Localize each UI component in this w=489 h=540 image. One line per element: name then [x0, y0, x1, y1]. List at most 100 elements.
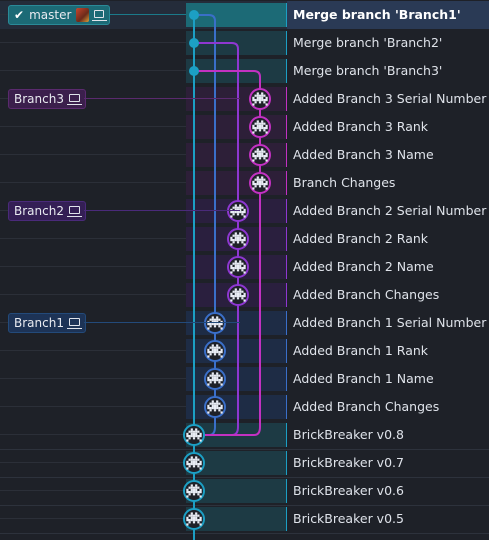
row-guide-line	[0, 518, 186, 519]
author-avatar-icon[interactable]	[227, 200, 249, 222]
author-avatar-icon[interactable]	[249, 88, 271, 110]
checkmark-icon: ✔	[14, 8, 25, 22]
commit-row[interactable]: Branch Changes	[0, 169, 489, 197]
commit-message: Merge branch 'Branch1'	[293, 7, 461, 22]
branch-tag-master[interactable]: ✔ master	[8, 5, 110, 25]
lane-separator	[286, 115, 287, 139]
lane-separator	[286, 87, 287, 111]
commit-message: Added Branch 1 Name	[293, 371, 434, 386]
lane-separator	[286, 423, 287, 447]
laptop-icon	[66, 206, 82, 217]
commit-row[interactable]: Added Branch 1 Rank	[0, 337, 489, 365]
commit-message: Added Branch 2 Rank	[293, 231, 429, 246]
user-avatar-icon	[76, 8, 89, 22]
row-guide-line	[0, 182, 186, 183]
author-avatar-icon[interactable]	[249, 172, 271, 194]
lane-separator	[286, 507, 287, 531]
commit-row[interactable]: BrickBreaker v0.6	[0, 477, 489, 505]
graph-lane-highlight	[186, 339, 286, 363]
row-divider	[0, 477, 489, 478]
lane-separator	[286, 395, 287, 419]
branch-tag-label: Branch3	[14, 92, 64, 106]
commit-message: Added Branch Changes	[293, 399, 440, 414]
author-avatar-icon[interactable]	[227, 284, 249, 306]
commit-row[interactable]: BrickBreaker v0.8	[0, 421, 489, 449]
author-avatar-icon[interactable]	[204, 340, 226, 362]
commit-message: BrickBreaker v0.8	[293, 427, 404, 442]
row-guide-line	[0, 462, 186, 463]
lane-separator	[286, 3, 287, 27]
row-guide-line	[0, 42, 186, 43]
row-guide-line	[0, 294, 186, 295]
graph-lane-highlight	[186, 367, 286, 391]
author-avatar-icon[interactable]	[249, 116, 271, 138]
commit-message: Added Branch 2 Serial Number	[293, 203, 487, 218]
author-avatar-icon[interactable]	[204, 368, 226, 390]
commit-message: Added Branch 2 Name	[293, 259, 434, 274]
laptop-icon	[66, 318, 82, 329]
merge-commit-dot	[189, 10, 199, 20]
row-guide-line	[0, 154, 186, 155]
commit-message: Branch Changes	[293, 175, 396, 190]
commit-row[interactable]: Merge branch 'Branch2'	[0, 29, 489, 57]
commit-row[interactable]: BrickBreaker v0.7	[0, 449, 489, 477]
author-avatar-icon[interactable]	[183, 480, 205, 502]
row-guide-line	[0, 70, 186, 71]
author-avatar-icon[interactable]	[249, 144, 271, 166]
row-divider	[0, 449, 489, 450]
author-avatar-icon[interactable]	[183, 452, 205, 474]
commit-message: Added Branch 3 Rank	[293, 119, 429, 134]
row-divider	[0, 533, 489, 534]
branch-tag-branch3[interactable]: Branch3	[8, 89, 86, 109]
author-avatar-icon[interactable]	[204, 396, 226, 418]
branch-tag-label: Branch2	[14, 204, 64, 218]
author-avatar-icon[interactable]	[227, 228, 249, 250]
commit-message: BrickBreaker v0.5	[293, 511, 404, 526]
branch-tag-label: Branch1	[14, 316, 64, 330]
author-avatar-icon[interactable]	[227, 256, 249, 278]
laptop-icon	[66, 94, 82, 105]
graph-lane-highlight	[186, 311, 286, 335]
lane-separator	[286, 479, 287, 503]
author-avatar-icon[interactable]	[183, 424, 205, 446]
commit-row[interactable]: Added Branch 1 Name	[0, 365, 489, 393]
commit-row[interactable]: Merge branch 'Branch3'	[0, 57, 489, 85]
commit-message: BrickBreaker v0.7	[293, 455, 404, 470]
lane-separator	[286, 311, 287, 335]
commit-row[interactable]: Added Branch Changes	[0, 393, 489, 421]
author-avatar-icon[interactable]	[204, 312, 226, 334]
branch-tag-branch2[interactable]: Branch2	[8, 201, 86, 221]
row-guide-line	[0, 378, 186, 379]
lane-separator	[286, 31, 287, 55]
laptop-icon	[91, 10, 108, 21]
row-guide-line	[0, 434, 186, 435]
commit-row[interactable]: BrickBreaker v0.5	[0, 505, 489, 533]
commit-message: BrickBreaker v0.6	[293, 483, 404, 498]
row-divider	[0, 505, 489, 506]
graph-lane-highlight	[186, 3, 286, 27]
graph-lane-highlight	[186, 31, 286, 55]
graph-lane-highlight	[186, 59, 286, 83]
commit-row[interactable]: Added Branch 3 Rank	[0, 113, 489, 141]
branch-tag-label: master	[29, 8, 72, 22]
branch-tag-branch1[interactable]: Branch1	[8, 313, 86, 333]
lane-separator	[286, 367, 287, 391]
author-avatar-icon[interactable]	[183, 508, 205, 530]
commit-message: Added Branch Changes	[293, 287, 440, 302]
lane-separator	[286, 59, 287, 83]
branch-tag-connector	[84, 322, 240, 323]
commit-message: Added Branch 3 Name	[293, 147, 434, 162]
graph-lane-highlight	[186, 395, 286, 419]
lane-separator	[286, 339, 287, 363]
merge-commit-dot	[189, 66, 199, 76]
branch-tag-connector	[84, 98, 240, 99]
commit-message: Added Branch 3 Serial Number	[293, 91, 487, 106]
row-guide-line	[0, 266, 186, 267]
commit-message: Added Branch 1 Serial Number	[293, 315, 487, 330]
branch-tag-connector	[110, 14, 186, 15]
row-guide-line	[0, 406, 186, 407]
commit-message: Added Branch 1 Rank	[293, 343, 429, 358]
commit-row[interactable]: Added Branch 3 Name	[0, 141, 489, 169]
row-guide-line	[0, 490, 186, 491]
row-guide-line	[0, 350, 186, 351]
